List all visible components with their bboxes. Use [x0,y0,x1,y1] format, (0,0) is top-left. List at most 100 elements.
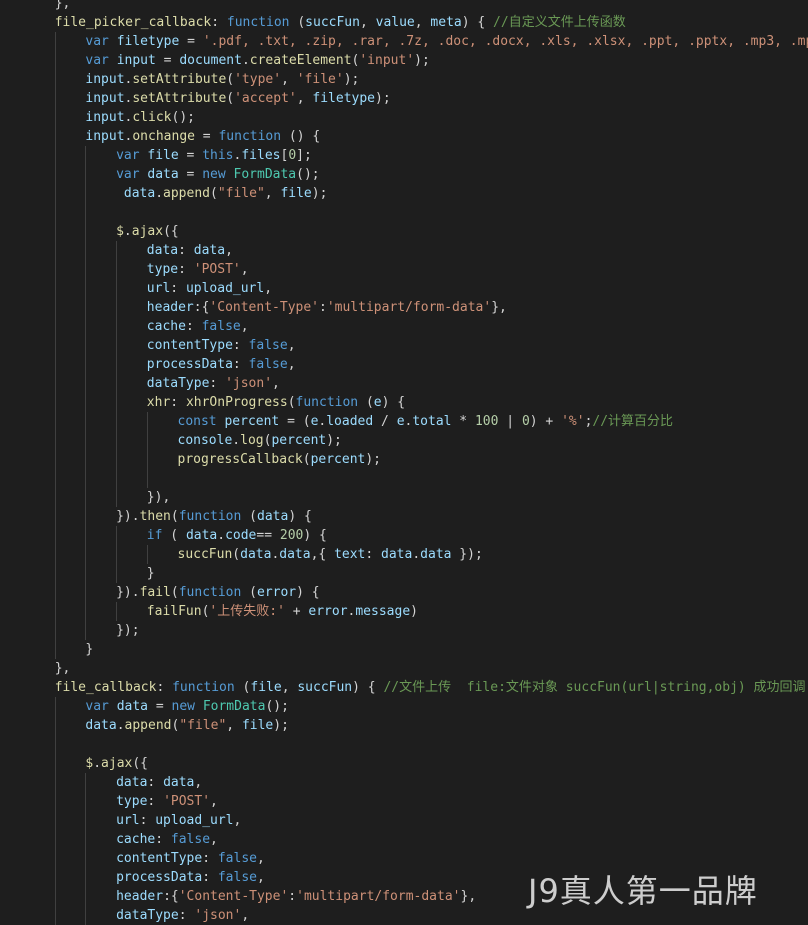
indent-guide [54,298,56,317]
code-token: / [373,414,397,429]
code-token: e [396,414,405,429]
code-token: ( [358,395,374,410]
code-token: ); [311,186,328,201]
code-token: : [288,889,297,904]
code-token: append [163,186,210,201]
code-token: file_picker_callback [54,15,212,30]
code-token: () { [281,129,321,144]
code-token: progressCallback [177,452,303,467]
indent-guide [54,108,56,127]
code-token: loaded [326,414,374,429]
code-token: : [202,870,218,885]
code-token: contentType [116,851,203,866]
code-text: url: upload_url, [147,279,272,298]
code-token: }); [116,623,140,638]
code-token: : [365,547,382,562]
code-token: function [226,15,290,30]
indent-guide [54,602,56,621]
code-text: }).then(function (data) { [116,507,312,526]
code-line: input.setAttribute('accept', filetype); [0,89,808,108]
code-line: var file = this.files[0]; [0,146,808,165]
code-token: }). [116,509,140,524]
code-text: contentType: false, [116,849,265,868]
code-text: file_callback: function (file, succFun) … [55,678,806,697]
indent-guide [54,830,56,849]
indent-guide [85,887,87,906]
code-editor[interactable]: }, file_picker_callback: function (succFu… [0,0,808,925]
indent-guide [54,754,56,773]
code-line: progressCallback(percent); [0,450,808,469]
code-line: succFun(data.data,{ text: data.data }); [0,545,808,564]
code-text: processData: false, [116,868,265,887]
indent-guide [54,640,56,659]
indent-guide [54,127,56,146]
indent-guide [116,298,118,317]
code-text: failFun('上传失败:' + error.message) [147,602,418,621]
code-text: cache: false, [147,317,249,336]
code-line: }, [0,0,808,13]
code-token: 'multipart/form-data' [296,889,461,904]
code-token: , [210,794,218,809]
indent-guide [54,317,56,336]
code-token: . [241,53,250,68]
code-token: 100 [474,414,499,429]
code-token: document [179,53,242,68]
code-line: var data = new FormData(); [0,165,808,184]
indent-guide [116,431,118,450]
code-token: function [295,395,359,410]
code-token: : [170,281,186,296]
indent-guide [116,526,118,545]
code-token: ) { [303,528,327,543]
code-token: 'file' [296,72,344,87]
code-token: function [178,509,242,524]
indent-guide [85,412,87,431]
code-token: ]; [296,148,312,163]
code-line: header:{'Content-Type':'multipart/form-d… [0,298,808,317]
code-text: cache: false, [116,830,218,849]
code-token: : [202,851,218,866]
code-token: '上传失败:' [209,604,285,619]
code-text: xhr: xhrOnProgress(function (e) { [147,393,405,412]
indent-guide [116,450,118,469]
code-token: :{ [163,889,179,904]
indent-guide [116,241,118,260]
code-token: , [359,15,376,30]
indent-guide [54,564,56,583]
code-token: false [248,338,288,353]
indent-guide [54,51,56,70]
indent-guide [54,621,56,640]
code-line: contentType: false, [0,336,808,355]
indent-guide [85,545,87,564]
code-token: xhr [146,395,171,410]
code-line: data: data, [0,773,808,792]
indent-guide [54,469,56,488]
code-token: data [240,547,272,562]
code-text: input.setAttribute('accept', filetype); [85,89,390,108]
indent-guide [116,602,118,621]
code-token: filetype [116,34,180,49]
code-token: = ( [279,414,311,429]
code-token: e [373,395,382,410]
indent-guide [54,716,56,735]
code-token: }, [491,300,507,315]
indent-guide [85,184,87,203]
code-line [0,203,808,222]
code-token: . [412,547,421,562]
code-token: } [146,566,155,581]
code-token: upload_url [155,813,234,828]
code-token: ( [210,186,218,201]
code-text: type: 'POST', [147,260,249,279]
code-token: code [225,528,257,543]
code-token: input [85,72,125,87]
code-line: cache: false, [0,317,808,336]
indent-guide [54,526,56,545]
code-token: processData [146,357,233,372]
indent-guide [116,545,118,564]
code-token: var [116,167,148,182]
code-token: $ [116,224,124,239]
code-token: (); [265,699,289,714]
indent-guide [116,279,118,298]
code-token: percent [271,433,327,448]
code-line: if ( data.code== 200) { [0,526,808,545]
code-token: data [257,509,289,524]
